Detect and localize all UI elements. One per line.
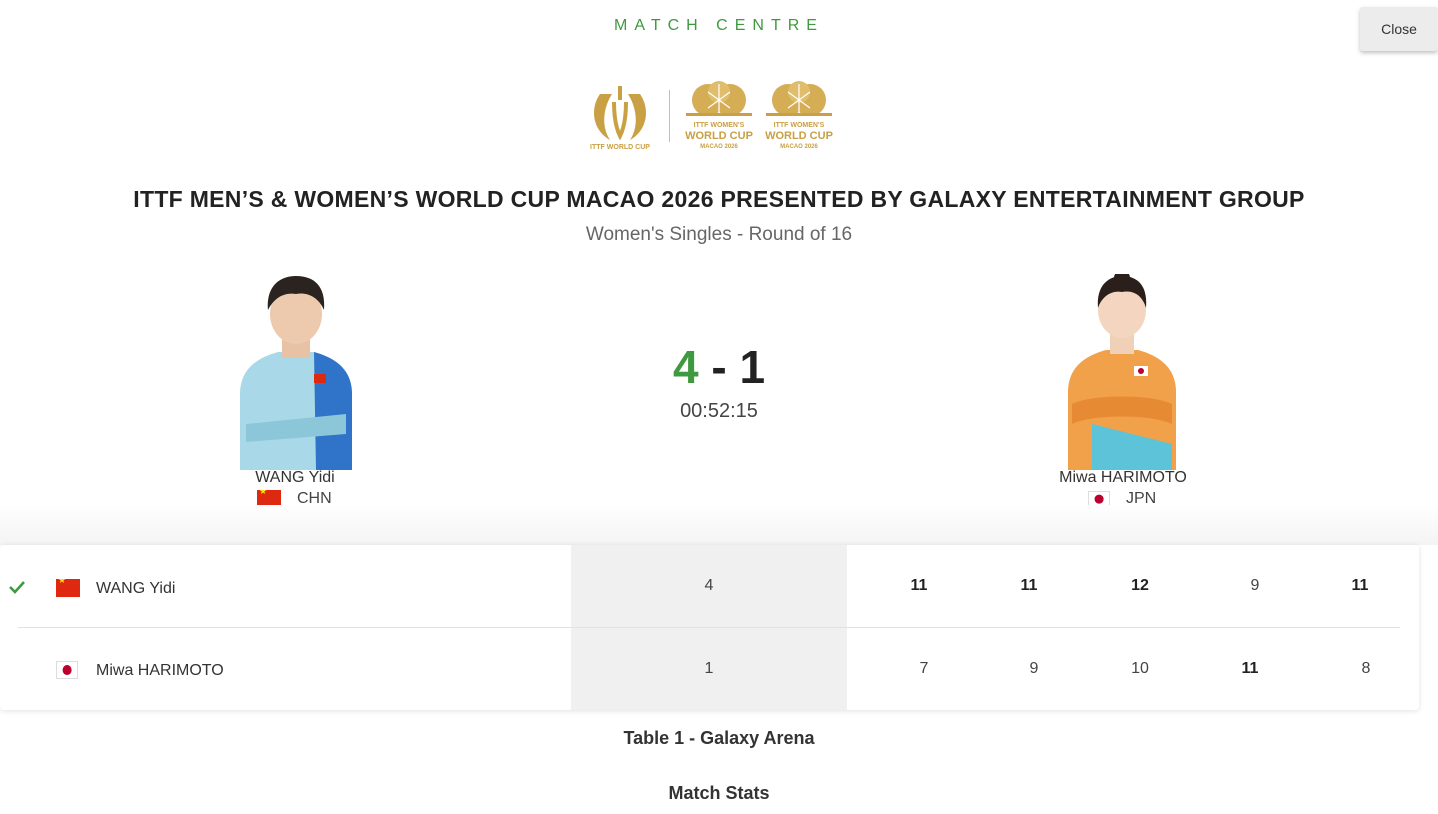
logo-line-2: WORLD CUP bbox=[765, 130, 833, 142]
score-left: 4 bbox=[672, 341, 699, 393]
logo-line-1: ITTF WOMEN'S bbox=[773, 122, 825, 129]
womens-world-cup-logo: ITTF WOMEN'S WORLD CUP MACAO 2026 bbox=[684, 78, 754, 156]
logo-divider bbox=[669, 90, 670, 142]
set-3-score: 12 bbox=[1131, 577, 1149, 594]
set-3-score: 10 bbox=[1131, 660, 1149, 677]
score-right: 1 bbox=[739, 341, 766, 393]
set-2-score: 9 bbox=[1029, 660, 1039, 677]
event-logos: ITTF WORLD CUP ITTF WOMEN'S WORLD CUP MA… bbox=[584, 78, 834, 156]
scoreboard-row-player-1: WANG Yidi 4 11 11 12 9 11 bbox=[0, 545, 1419, 627]
player-2-photo bbox=[1052, 270, 1192, 470]
games-won: 1 bbox=[704, 660, 714, 677]
set-1-score: 11 bbox=[910, 577, 928, 594]
match-score: 4 - 1 bbox=[0, 340, 1438, 394]
set-1-score: 7 bbox=[919, 660, 929, 677]
logo-line-2: WORLD CUP bbox=[685, 130, 753, 142]
set-5-score: 8 bbox=[1361, 660, 1371, 677]
china-flag-icon bbox=[56, 579, 80, 597]
row-player-name[interactable]: Miwa HARIMOTO bbox=[96, 662, 224, 680]
close-button[interactable]: Close bbox=[1360, 7, 1438, 51]
section-fade bbox=[0, 505, 1438, 545]
logo-line-3: MACAO 2026 bbox=[700, 144, 738, 150]
match-stats-link[interactable]: Match Stats bbox=[0, 783, 1438, 804]
winner-check-icon bbox=[9, 581, 25, 594]
player-2-name[interactable]: Miwa HARIMOTO bbox=[1023, 469, 1223, 487]
row-player-name[interactable]: WANG Yidi bbox=[96, 580, 175, 598]
set-4-score: 11 bbox=[1241, 660, 1259, 677]
logo-caption: ITTF WORLD CUP bbox=[590, 144, 650, 151]
event-subtitle: Women's Singles - Round of 16 bbox=[585, 224, 853, 245]
japan-flag-icon bbox=[56, 661, 78, 679]
score-separator: - bbox=[711, 341, 727, 393]
page-kicker: MATCH CENTRE bbox=[614, 17, 824, 34]
scoreboard: WANG Yidi 4 11 11 12 9 11 Miwa HARIMOTO … bbox=[0, 545, 1419, 710]
logo-line-3: MACAO 2026 bbox=[780, 144, 818, 150]
ittf-world-cup-logo: ITTF WORLD CUP bbox=[584, 82, 656, 154]
scoreboard-row-player-2: Miwa HARIMOTO 1 7 9 10 11 8 bbox=[0, 628, 1419, 710]
event-title: ITTF MEN’S & WOMEN’S WORLD CUP MACAO 202… bbox=[133, 186, 1305, 212]
venue-label: Table 1 - Galaxy Arena bbox=[623, 728, 815, 748]
logo-line-1: ITTF WOMEN'S bbox=[693, 122, 745, 129]
set-4-score: 9 bbox=[1250, 577, 1260, 594]
player-1-name[interactable]: WANG Yidi bbox=[195, 469, 395, 487]
set-2-score: 11 bbox=[1020, 577, 1038, 594]
set-5-score: 11 bbox=[1351, 577, 1369, 594]
games-won: 4 bbox=[704, 577, 714, 594]
match-centre-page: MATCH CENTRE Close ITTF WORLD CUP ITTF W… bbox=[0, 0, 1438, 814]
match-duration: 00:52:15 bbox=[680, 400, 758, 422]
womens-world-cup-logo-2: ITTF WOMEN'S WORLD CUP MACAO 2026 bbox=[764, 78, 834, 156]
